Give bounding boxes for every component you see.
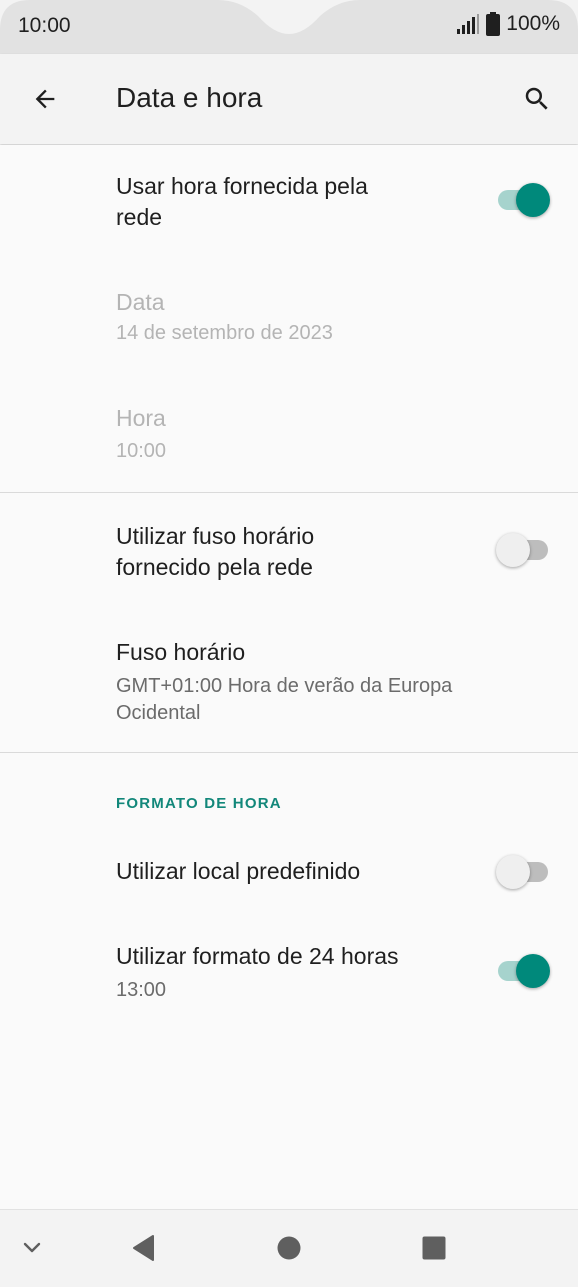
- nav-back-button[interactable]: [122, 1228, 166, 1268]
- setting-network-timezone-title-line2: fornecido pela rede: [116, 554, 313, 580]
- setting-time-title: Hora: [116, 405, 166, 431]
- setting-network-time-title: Usar hora fornecida pela rede: [116, 171, 368, 233]
- section-header-time-format: FORMATO DE HORA: [116, 795, 282, 812]
- recents-square-icon: [422, 1236, 446, 1260]
- home-circle-icon: [277, 1236, 301, 1260]
- divider: [0, 752, 578, 753]
- network-timezone-switch[interactable]: [496, 533, 548, 567]
- setting-timezone-title: Fuso horário: [116, 639, 246, 665]
- status-time: 10:00: [18, 14, 71, 37]
- switch-thumb: [516, 954, 550, 988]
- use-24-hour-switch[interactable]: [496, 954, 550, 988]
- battery-icon: [486, 12, 501, 36]
- setting-timezone-value-line1: GMT+01:00 Hora de verão da Europa: [116, 675, 453, 697]
- status-icons: 100%: [456, 12, 560, 36]
- search-button[interactable]: [514, 76, 560, 122]
- back-arrow-icon: [35, 89, 55, 109]
- setting-time-value: 10:00: [116, 440, 167, 462]
- network-time-switch[interactable]: [496, 183, 550, 217]
- setting-timezone-value-line2: Ocidental: [116, 702, 201, 724]
- setting-network-time-title-line1: Usar hora fornecida pela: [116, 173, 368, 199]
- battery-percent: 100%: [506, 12, 560, 35]
- setting-network-timezone[interactable]: Utilizar fuso horário fornecido pela red…: [0, 493, 578, 605]
- setting-date: Data 14 de setembro de 2023: [0, 263, 578, 373]
- setting-time: Hora 10:00: [0, 379, 578, 491]
- setting-24-hour-format[interactable]: Utilizar formato de 24 horas 13:00: [0, 917, 578, 1029]
- setting-date-value: 14 de setembro de 2023: [116, 322, 333, 344]
- setting-timezone-value: GMT+01:00 Hora de verão da Europa Ociden…: [116, 673, 452, 727]
- setting-use-locale-default[interactable]: Utilizar local predefinido: [0, 831, 578, 915]
- search-icon: [525, 87, 548, 110]
- signal-icon: [457, 14, 480, 34]
- setting-timezone[interactable]: Fuso horário GMT+01:00 Hora de verão da …: [0, 607, 578, 751]
- setting-24-hour-format-example: 13:00: [116, 979, 167, 1001]
- nav-home-button[interactable]: [267, 1228, 311, 1268]
- setting-network-timezone-title-line1: Utilizar fuso horário: [116, 523, 315, 549]
- page-title: Data e hora: [116, 82, 263, 113]
- nav-collapse-button[interactable]: [10, 1228, 54, 1268]
- setting-network-timezone-title: Utilizar fuso horário fornecido pela red…: [116, 521, 314, 583]
- setting-network-time[interactable]: Usar hora fornecida pela rede: [0, 145, 578, 259]
- use-locale-default-switch[interactable]: [496, 855, 548, 889]
- switch-thumb: [496, 855, 530, 889]
- status-bar: 10:00 100%: [0, 0, 578, 54]
- switch-thumb: [516, 183, 550, 217]
- setting-network-time-title-line2: rede: [116, 204, 163, 230]
- back-button[interactable]: [22, 76, 68, 122]
- setting-24-hour-format-title: Utilizar formato de 24 horas: [116, 943, 399, 969]
- chevron-down-icon: [23, 1242, 41, 1253]
- app-bar: Data e hora: [0, 54, 578, 144]
- navigation-bar: [0, 1209, 578, 1287]
- nav-recents-button[interactable]: [412, 1228, 456, 1268]
- switch-thumb: [496, 533, 530, 567]
- settings-list: Usar hora fornecida pela rede Data 14 de…: [0, 145, 578, 1209]
- setting-date-title: Data: [116, 289, 165, 315]
- setting-use-locale-default-title: Utilizar local predefinido: [116, 858, 361, 884]
- back-triangle-icon: [133, 1235, 154, 1261]
